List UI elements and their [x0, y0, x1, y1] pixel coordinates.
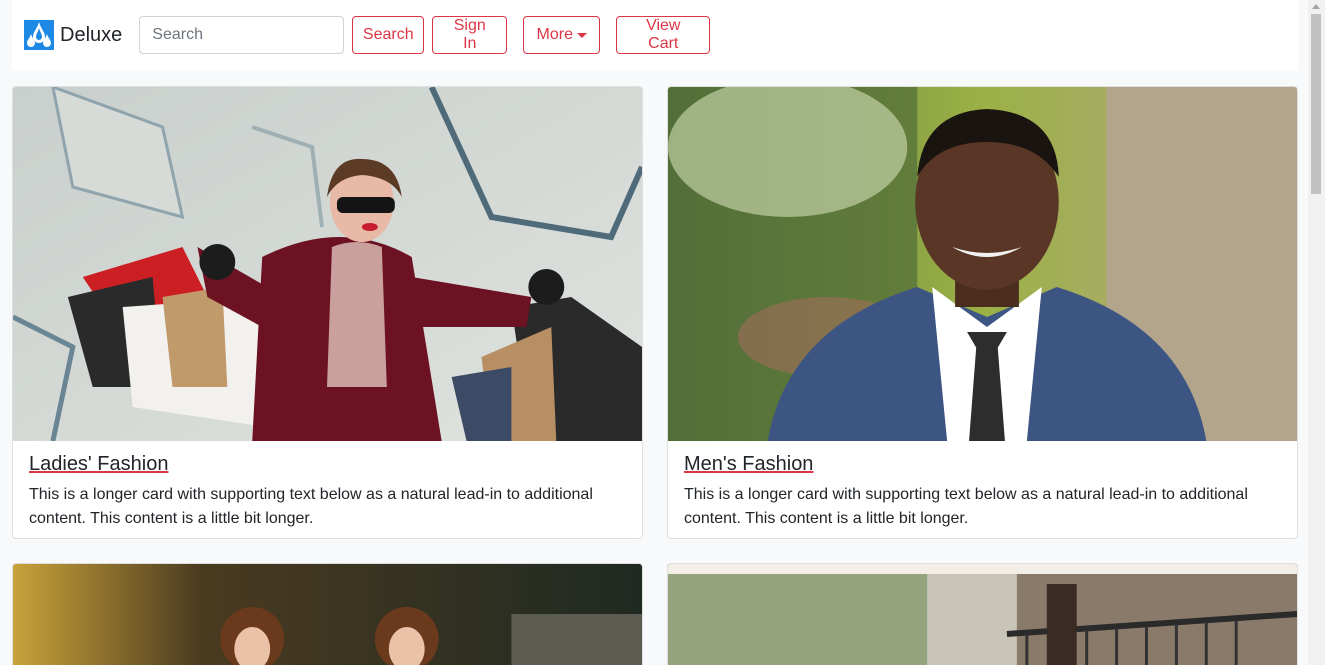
scroll-up-arrow-icon[interactable]	[1312, 4, 1320, 9]
card-title-ladies-fashion[interactable]: Ladies' Fashion	[29, 453, 168, 476]
brand-link[interactable]: Deluxe	[24, 20, 122, 50]
ladies-fashion-image	[13, 87, 642, 441]
search-input[interactable]	[139, 16, 345, 54]
card-clothing-rack	[667, 563, 1298, 665]
card-description: This is a longer card with supporting te…	[684, 486, 1248, 527]
mens-fashion-image	[668, 87, 1297, 441]
search-button[interactable]: Search	[352, 16, 425, 54]
sign-in-button[interactable]: Sign In	[432, 16, 508, 54]
caret-down-icon	[576, 32, 587, 38]
vertical-scrollbar[interactable]	[1308, 0, 1325, 665]
clothing-rack-image	[668, 564, 1297, 665]
scrollbar-thumb[interactable]	[1311, 14, 1321, 194]
card-kids-fashion	[12, 563, 643, 665]
top-navbar: Deluxe Search Sign In More View Cart	[12, 0, 1298, 70]
card-title-mens-fashion[interactable]: Men's Fashion	[684, 453, 813, 476]
view-cart-button[interactable]: View Cart	[616, 16, 711, 54]
more-button-label: More	[536, 26, 573, 43]
card-description: This is a longer card with supporting te…	[29, 486, 593, 527]
brand-name: Deluxe	[60, 23, 123, 46]
card-mens-fashion: Men's Fashion This is a longer card with…	[667, 86, 1298, 539]
brand-logo-icon	[24, 20, 54, 50]
kids-fashion-image	[13, 564, 642, 665]
card-ladies-fashion: Ladies' Fashion This is a longer card wi…	[12, 86, 643, 539]
more-dropdown-button[interactable]: More	[523, 16, 601, 54]
